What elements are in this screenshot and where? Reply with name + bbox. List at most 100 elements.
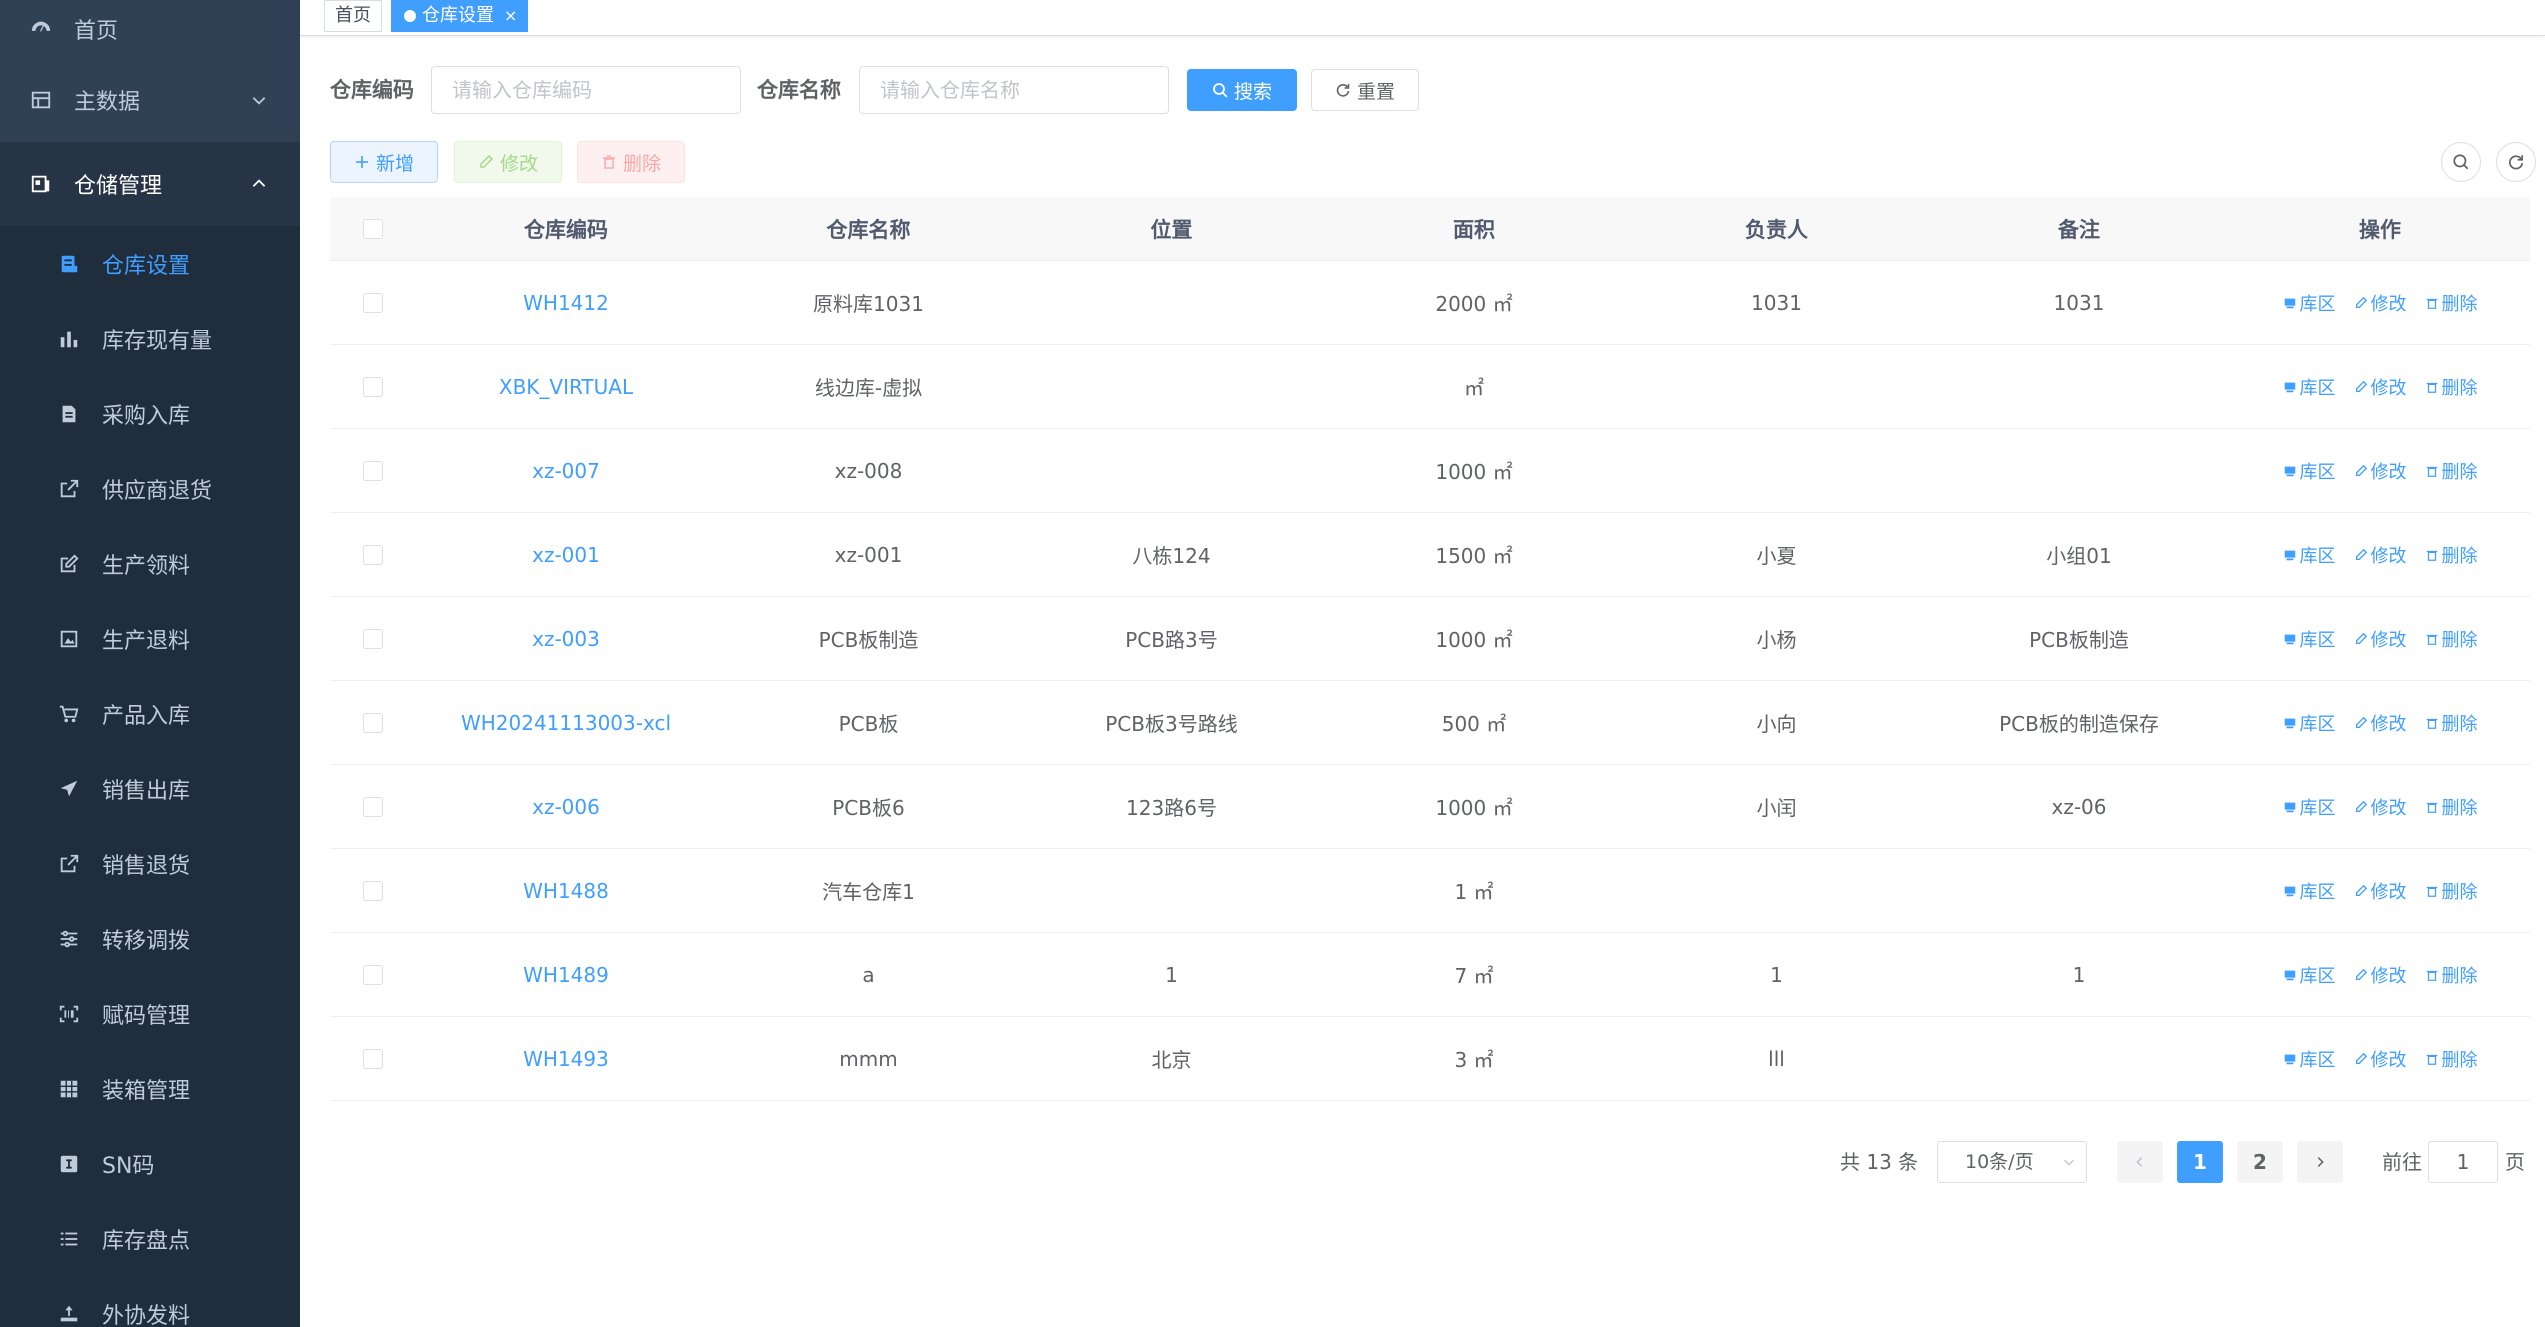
goto-page-input[interactable]: 1 bbox=[2428, 1141, 2498, 1183]
edit-action-button[interactable]: 修改 bbox=[2354, 962, 2407, 988]
sidebar-item-production-return[interactable]: 生产退料 bbox=[0, 601, 300, 676]
row-checkbox[interactable] bbox=[362, 1048, 383, 1069]
row-checkbox[interactable] bbox=[362, 880, 383, 901]
area-action-button[interactable]: 库区 bbox=[2283, 626, 2336, 652]
cell-code[interactable]: XBK_VIRTUAL bbox=[415, 375, 717, 399]
sidebar-item-stocktaking[interactable]: 库存盘点 bbox=[0, 1201, 300, 1276]
main-content: 首页 仓库设置 × 仓库编码 请输入仓库编码 仓库名称 请输入仓库名称 搜索 重置 bbox=[300, 0, 2545, 1327]
sidebar-item-sales-return[interactable]: 销售退货 bbox=[0, 826, 300, 901]
area-action-button[interactable]: 库区 bbox=[2283, 458, 2336, 484]
row-checkbox[interactable] bbox=[362, 964, 383, 985]
delete-action-button[interactable]: 删除 bbox=[2425, 290, 2478, 316]
next-page-button[interactable] bbox=[2297, 1141, 2343, 1183]
cell-code[interactable]: xz-007 bbox=[415, 459, 717, 483]
sidebar-item-home[interactable]: 首页 bbox=[0, 0, 300, 58]
sidebar-item-product-inbound[interactable]: 产品入库 bbox=[0, 676, 300, 751]
sidebar-item-coding[interactable]: 赋码管理 bbox=[0, 976, 300, 1051]
select-all-checkbox[interactable] bbox=[362, 218, 383, 239]
edit-action-button[interactable]: 修改 bbox=[2354, 1046, 2407, 1072]
delete-action-button[interactable]: 删除 bbox=[2425, 458, 2478, 484]
sidebar-item-production-picking[interactable]: 生产领料 bbox=[0, 526, 300, 601]
sidebar-group-storage[interactable]: 仓储管理 bbox=[0, 142, 300, 226]
warehouse-icon bbox=[2283, 380, 2300, 394]
sidebar-item-sn-code[interactable]: SN码 bbox=[0, 1126, 300, 1201]
cell-code[interactable]: xz-003 bbox=[415, 627, 717, 651]
row-checkbox[interactable] bbox=[362, 712, 383, 733]
toggle-search-button[interactable] bbox=[2441, 142, 2481, 182]
delete-action-button[interactable]: 删除 bbox=[2425, 374, 2478, 400]
area-action-button[interactable]: 库区 bbox=[2283, 542, 2336, 568]
edit-action-button[interactable]: 修改 bbox=[2354, 290, 2407, 316]
edit-icon bbox=[2354, 800, 2371, 814]
delete-action-button[interactable]: 删除 bbox=[2425, 710, 2478, 736]
edit-action-button[interactable]: 修改 bbox=[2354, 710, 2407, 736]
sidebar-item-transfer[interactable]: 转移调拨 bbox=[0, 901, 300, 976]
edit-action-button[interactable]: 修改 bbox=[2354, 542, 2407, 568]
cell-remark: PCB板制造 bbox=[2029, 628, 2129, 652]
edit-action-button[interactable]: 修改 bbox=[2354, 794, 2407, 820]
delete-action-button[interactable]: 删除 bbox=[2425, 626, 2478, 652]
reset-button[interactable]: 重置 bbox=[1311, 69, 1419, 111]
tag-home[interactable]: 首页 bbox=[324, 0, 382, 32]
edit-action-button[interactable]: 修改 bbox=[2354, 374, 2407, 400]
sidebar: 首页 主数据 仓储管理 仓库设置 库存现有量 采购入库 供应商退货 生产领料 生… bbox=[0, 0, 300, 1327]
warehouse-table: 仓库编码 仓库名称 位置 面积 负责人 备注 操作 WH1412 原料库1031 2… bbox=[330, 197, 2530, 1101]
delete-action-button[interactable]: 删除 bbox=[2425, 962, 2478, 988]
sidebar-item-warehouse-settings[interactable]: 仓库设置 bbox=[0, 226, 300, 301]
table-header: 仓库编码 仓库名称 位置 面积 负责人 备注 操作 bbox=[330, 197, 2530, 261]
cell-remark: xz-06 bbox=[2051, 794, 2107, 819]
cell-code[interactable]: xz-001 bbox=[415, 543, 717, 567]
page-size-select[interactable]: 10条/页 bbox=[1937, 1141, 2087, 1183]
page-1-button[interactable]: 1 bbox=[2177, 1141, 2223, 1183]
cell-code[interactable]: WH1489 bbox=[415, 963, 717, 987]
page-2-button[interactable]: 2 bbox=[2237, 1141, 2283, 1183]
sidebar-item-purchase-inbound[interactable]: 采购入库 bbox=[0, 376, 300, 451]
edit-action-label: 修改 bbox=[2370, 881, 2407, 903]
sidebar-item-packing[interactable]: 装箱管理 bbox=[0, 1051, 300, 1126]
row-checkbox[interactable] bbox=[362, 292, 383, 313]
edit-action-button[interactable]: 修改 bbox=[2354, 458, 2407, 484]
close-icon[interactable]: × bbox=[504, 6, 517, 25]
tag-warehouse-settings[interactable]: 仓库设置 × bbox=[391, 0, 529, 32]
cell-code[interactable]: WH1493 bbox=[415, 1047, 717, 1071]
area-action-button[interactable]: 库区 bbox=[2283, 290, 2336, 316]
sidebar-item-outsource-issue[interactable]: 外协发料 bbox=[0, 1276, 300, 1327]
area-action-button[interactable]: 库区 bbox=[2283, 878, 2336, 904]
sidebar-item-supplier-return[interactable]: 供应商退货 bbox=[0, 451, 300, 526]
delete-action-button[interactable]: 删除 bbox=[2425, 794, 2478, 820]
code-input[interactable]: 请输入仓库编码 bbox=[431, 66, 741, 114]
area-action-button[interactable]: 库区 bbox=[2283, 962, 2336, 988]
page-size-value: 10条/页 bbox=[1965, 1151, 2034, 1173]
external-link-icon bbox=[58, 478, 80, 500]
prev-page-button[interactable] bbox=[2117, 1141, 2163, 1183]
row-checkbox[interactable] bbox=[362, 628, 383, 649]
name-input[interactable]: 请输入仓库名称 bbox=[859, 66, 1169, 114]
delete-action-button[interactable]: 删除 bbox=[2425, 878, 2478, 904]
edit-action-button[interactable]: 修改 bbox=[2354, 878, 2407, 904]
row-checkbox[interactable] bbox=[362, 544, 383, 565]
row-checkbox[interactable] bbox=[362, 376, 383, 397]
sidebar-item-inventory-onhand[interactable]: 库存现有量 bbox=[0, 301, 300, 376]
delete-action-button[interactable]: 删除 bbox=[2425, 1046, 2478, 1072]
sidebar-group-master-data[interactable]: 主数据 bbox=[0, 58, 300, 142]
edit-action-button[interactable]: 修改 bbox=[2354, 626, 2407, 652]
area-action-button[interactable]: 库区 bbox=[2283, 710, 2336, 736]
row-checkbox[interactable] bbox=[362, 796, 383, 817]
sidebar-item-sales-outbound[interactable]: 销售出库 bbox=[0, 751, 300, 826]
row-checkbox[interactable] bbox=[362, 460, 383, 481]
cell-code[interactable]: WH20241113003-xcl bbox=[415, 711, 717, 735]
area-action-button[interactable]: 库区 bbox=[2283, 794, 2336, 820]
delete-action-button[interactable]: 删除 bbox=[2425, 542, 2478, 568]
cell-code[interactable]: WH1412 bbox=[415, 291, 717, 315]
trash-icon bbox=[2425, 800, 2442, 814]
edit-button[interactable]: 修改 bbox=[454, 141, 562, 183]
area-action-button[interactable]: 库区 bbox=[2283, 1046, 2336, 1072]
refresh-button[interactable] bbox=[2496, 142, 2536, 182]
delete-button[interactable]: 删除 bbox=[577, 141, 685, 183]
sidebar-item-label: 销售退货 bbox=[102, 853, 191, 879]
add-button[interactable]: 新增 bbox=[330, 141, 438, 183]
search-button[interactable]: 搜索 bbox=[1187, 69, 1297, 111]
cell-code[interactable]: xz-006 bbox=[415, 795, 717, 819]
cell-code[interactable]: WH1488 bbox=[415, 879, 717, 903]
area-action-button[interactable]: 库区 bbox=[2283, 374, 2336, 400]
